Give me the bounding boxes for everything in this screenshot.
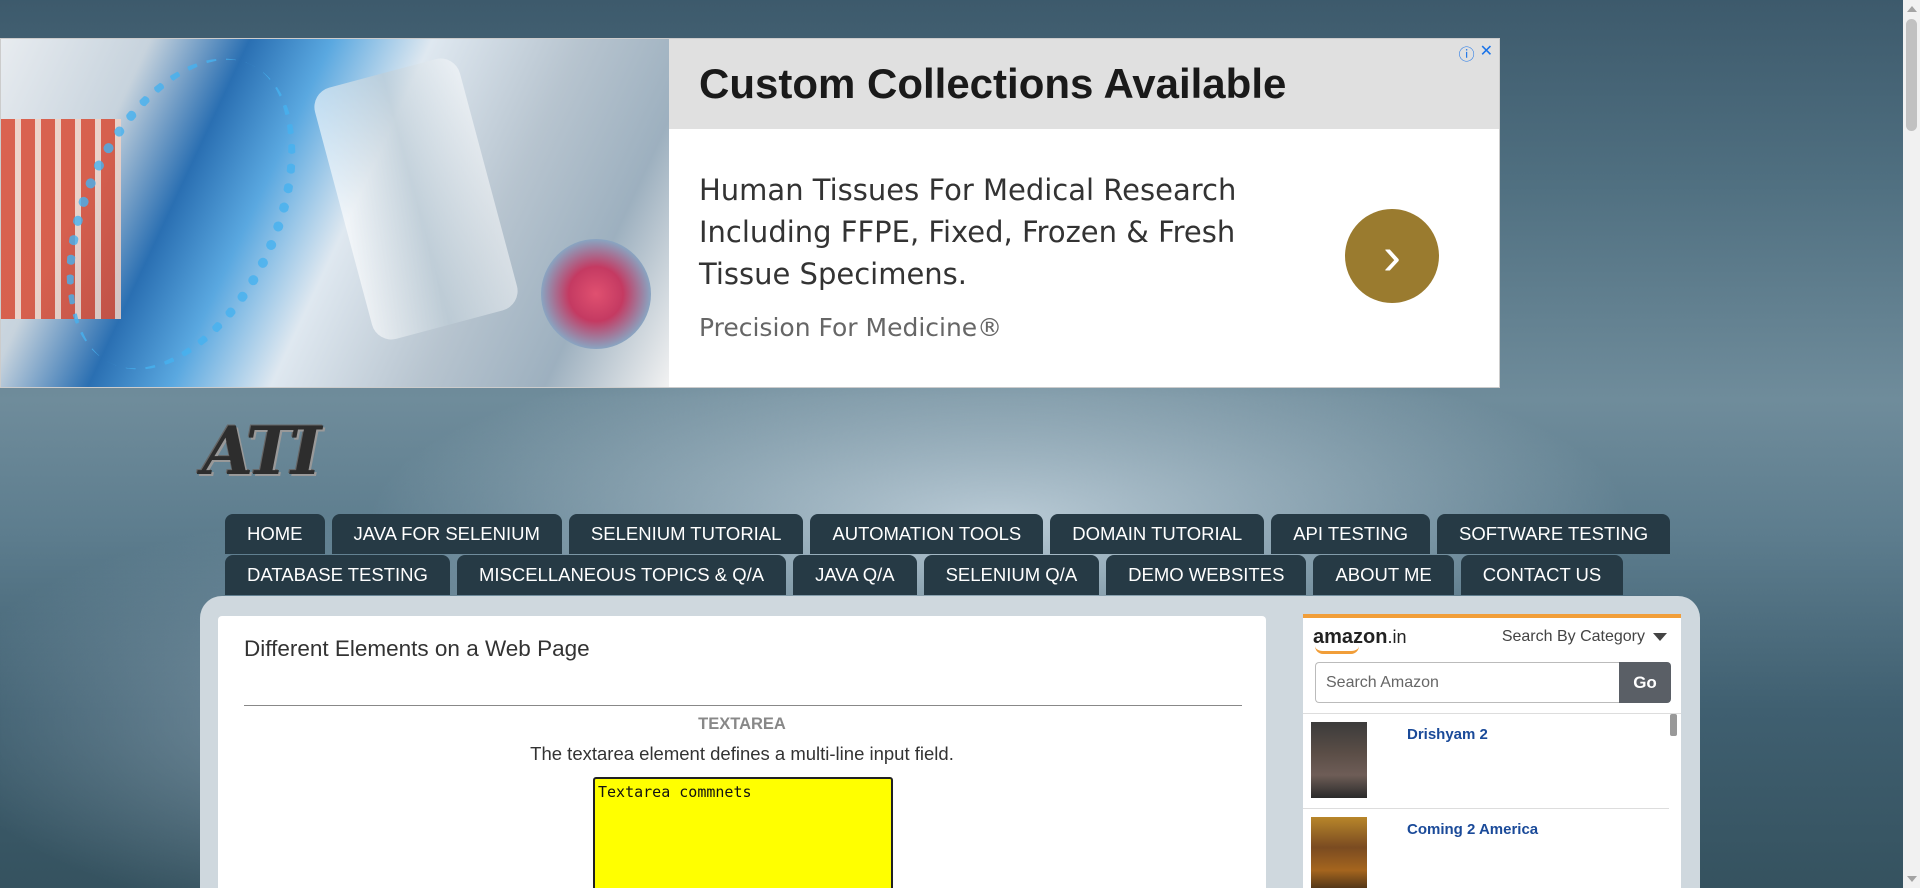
- section-description: The textarea element defines a multi-lin…: [530, 743, 954, 764]
- nav-item-automation-tools[interactable]: AUTOMATION TOOLS: [810, 514, 1044, 554]
- ad-body-text[interactable]: Human Tissues For Medical Research Inclu…: [699, 169, 1299, 295]
- go-button[interactable]: Go: [1619, 662, 1671, 703]
- nav-item-software-testing[interactable]: SOFTWARE TESTING: [1437, 514, 1671, 554]
- divider: [244, 705, 1242, 706]
- nav-item-java-for-selenium[interactable]: JAVA FOR SELENIUM: [331, 514, 562, 554]
- ad-sponsor[interactable]: Precision For Medicine®: [699, 313, 1469, 342]
- main-nav: HOME JAVA FOR SELENIUM SELENIUM TUTORIAL…: [225, 514, 1671, 596]
- product-list: Drishyam 2 Coming 2 America: [1303, 713, 1681, 888]
- section-title: TEXTAREA: [698, 715, 786, 733]
- nav-item-selenium-tutorial[interactable]: SELENIUM TUTORIAL: [568, 514, 804, 554]
- nav-item-api-testing[interactable]: API TESTING: [1271, 514, 1431, 554]
- scroll-thumb[interactable]: [1906, 19, 1917, 131]
- nav-item-miscellaneous[interactable]: MISCELLANEOUS TOPICS & Q/A: [456, 555, 787, 595]
- product-thumbnail[interactable]: [1311, 817, 1367, 888]
- comments-textarea[interactable]: Textarea commnets: [593, 777, 893, 888]
- cell-graphic: [541, 239, 651, 349]
- chevron-down-icon: [1653, 633, 1667, 641]
- amazon-logo[interactable]: amazon.in: [1313, 625, 1407, 654]
- ad-image[interactable]: [1, 39, 669, 387]
- product-title[interactable]: Coming 2 America: [1407, 821, 1538, 838]
- amazon-brand: amazon: [1313, 625, 1388, 648]
- scroll-down-icon[interactable]: [1907, 876, 1917, 882]
- amazon-search-bar: Search Amazon Go: [1315, 662, 1671, 703]
- nav-row-1: HOME JAVA FOR SELENIUM SELENIUM TUTORIAL…: [225, 514, 1671, 554]
- nav-item-selenium-qa[interactable]: SELENIUM Q/A: [923, 555, 1100, 595]
- nav-item-database-testing[interactable]: DATABASE TESTING: [225, 555, 450, 595]
- post-body: Different Elements on a Web Page TEXTARE…: [218, 616, 1266, 888]
- nav-row-2: DATABASE TESTING MISCELLANEOUS TOPICS & …: [225, 555, 1645, 595]
- category-dropdown[interactable]: Search By Category: [1502, 628, 1667, 646]
- nav-item-about-me[interactable]: ABOUT ME: [1313, 555, 1454, 595]
- ad-info-icon[interactable]: ⓘ: [1459, 41, 1475, 65]
- vial-graphic: [309, 54, 523, 344]
- ad-headline[interactable]: Custom Collections Available: [669, 39, 1499, 129]
- amazon-tld: .in: [1387, 626, 1407, 647]
- product-title[interactable]: Drishyam 2: [1407, 726, 1488, 743]
- nav-item-demo-websites[interactable]: DEMO WEBSITES: [1106, 555, 1307, 595]
- content-wrapper: Different Elements on a Web Page TEXTARE…: [200, 596, 1700, 888]
- amazon-widget: amazon.in Search By Category Search Amaz…: [1303, 614, 1681, 888]
- ad-banner[interactable]: Custom Collections Available Human Tissu…: [0, 38, 1500, 388]
- scroll-up-icon[interactable]: [1907, 6, 1917, 12]
- page-scrollbar[interactable]: [1903, 0, 1920, 888]
- ad-next-arrow-icon[interactable]: ›: [1345, 209, 1439, 303]
- widget-header: amazon.in Search By Category: [1303, 618, 1681, 656]
- ad-content: Custom Collections Available Human Tissu…: [669, 39, 1499, 387]
- widget-scrollbar[interactable]: [1670, 714, 1677, 736]
- amazon-smile-icon: [1315, 646, 1359, 654]
- amazon-search-input[interactable]: Search Amazon: [1315, 662, 1619, 703]
- list-item[interactable]: Coming 2 America: [1303, 809, 1669, 888]
- nav-item-java-qa[interactable]: JAVA Q/A: [793, 555, 917, 595]
- post-title: Different Elements on a Web Page: [244, 636, 590, 661]
- site-logo[interactable]: ATI: [202, 412, 322, 490]
- product-thumbnail[interactable]: [1311, 722, 1367, 798]
- category-label: Search By Category: [1501, 628, 1645, 645]
- list-item[interactable]: Drishyam 2: [1303, 714, 1669, 809]
- nav-item-home[interactable]: HOME: [225, 514, 325, 554]
- ad-close-icon[interactable]: ✕: [1480, 41, 1493, 65]
- nav-item-domain-tutorial[interactable]: DOMAIN TUTORIAL: [1050, 514, 1265, 554]
- ad-controls: ⓘ ✕: [1459, 41, 1493, 65]
- nav-item-contact-us[interactable]: CONTACT US: [1460, 555, 1624, 595]
